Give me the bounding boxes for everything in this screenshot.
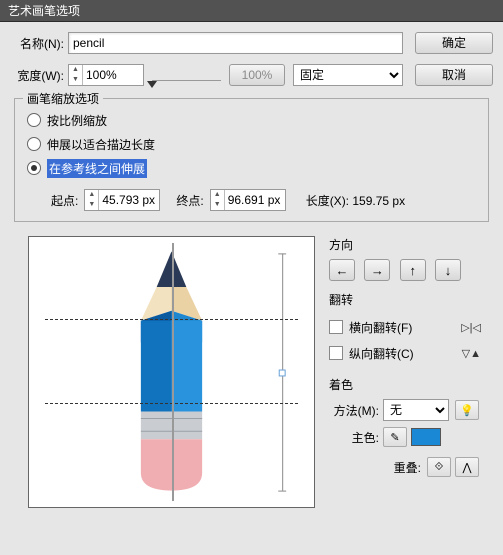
flip-horizontal-check[interactable]: 横向翻转(F) ▷|◁ <box>329 314 483 340</box>
flip-h-icon: ▷|◁ <box>461 321 483 334</box>
dir-down-button[interactable]: ↓ <box>435 259 461 281</box>
width-stepper[interactable]: ▲▼ <box>68 64 144 86</box>
window-title: 艺术画笔选项 <box>0 0 503 22</box>
width-label: 宽度(W): <box>10 67 68 84</box>
flip-v-icon: ▽▲ <box>462 347 483 360</box>
radio-label: 伸展以适合描边长度 <box>47 136 155 153</box>
colorize-label: 着色 <box>329 376 483 393</box>
direction-label: 方向 <box>329 236 483 253</box>
flip-v-label: 纵向翻转(C) <box>349 345 414 362</box>
radio-label: 在参考线之间伸展 <box>47 159 147 178</box>
end-stepper[interactable]: ▲▼ <box>210 189 286 211</box>
center-guide <box>172 243 174 501</box>
flip-vertical-check[interactable]: 纵向翻转(C) ▽▲ <box>329 340 483 366</box>
ok-button[interactable]: 确定 <box>415 32 493 54</box>
name-label: 名称(N): <box>10 35 68 52</box>
flip-h-label: 横向翻转(F) <box>349 319 412 336</box>
name-input[interactable] <box>68 32 403 54</box>
radio-label: 按比例缩放 <box>47 112 107 129</box>
cancel-button[interactable]: 取消 <box>415 64 493 86</box>
eyedropper-button[interactable]: ✎ <box>383 427 407 447</box>
colorize-tip-button[interactable]: 💡 <box>455 400 479 420</box>
start-label: 起点: <box>51 192 78 209</box>
length-label: 长度(X): 159.75 px <box>306 192 405 209</box>
end-input[interactable] <box>225 190 285 210</box>
end-label: 终点: <box>176 192 203 209</box>
flip-label: 翻转 <box>329 291 483 308</box>
dir-left-button[interactable]: ← <box>329 259 355 281</box>
radio-stretch-guides[interactable]: 在参考线之间伸展 <box>27 157 476 179</box>
keycolor-swatch[interactable] <box>411 428 441 446</box>
step-down-icon[interactable]: ▼ <box>69 75 82 85</box>
step-up-icon[interactable]: ▲ <box>69 65 82 75</box>
method-select[interactable]: 无 <box>383 399 449 421</box>
scale-options-group: 画笔缩放选项 按比例缩放 伸展以适合描边长度 在参考线之间伸展 起点: ▲▼ 终… <box>14 98 489 222</box>
radio-stretch-fit[interactable]: 伸展以适合描边长度 <box>27 133 476 155</box>
overlap-opt2-button[interactable]: ⋀ <box>455 457 479 477</box>
width-reset-button: 100% <box>229 64 285 86</box>
scale-group-title: 画笔缩放选项 <box>23 90 103 107</box>
keycolor-label: 主色: <box>329 429 383 446</box>
dir-right-button[interactable]: → <box>364 259 390 281</box>
overlap-opt1-button[interactable]: ⟐ <box>427 457 451 477</box>
overlap-label: 重叠: <box>394 459 421 476</box>
dir-up-button[interactable]: ↑ <box>400 259 426 281</box>
brush-preview <box>28 236 315 508</box>
width-input[interactable] <box>83 65 143 85</box>
start-input[interactable] <box>99 190 159 210</box>
slider-handle-icon[interactable] <box>147 81 157 88</box>
width-mode-select[interactable]: 固定 <box>293 64 403 86</box>
method-label: 方法(M): <box>329 402 383 419</box>
start-stepper[interactable]: ▲▼ <box>84 189 160 211</box>
radio-scale-proportional[interactable]: 按比例缩放 <box>27 109 476 131</box>
